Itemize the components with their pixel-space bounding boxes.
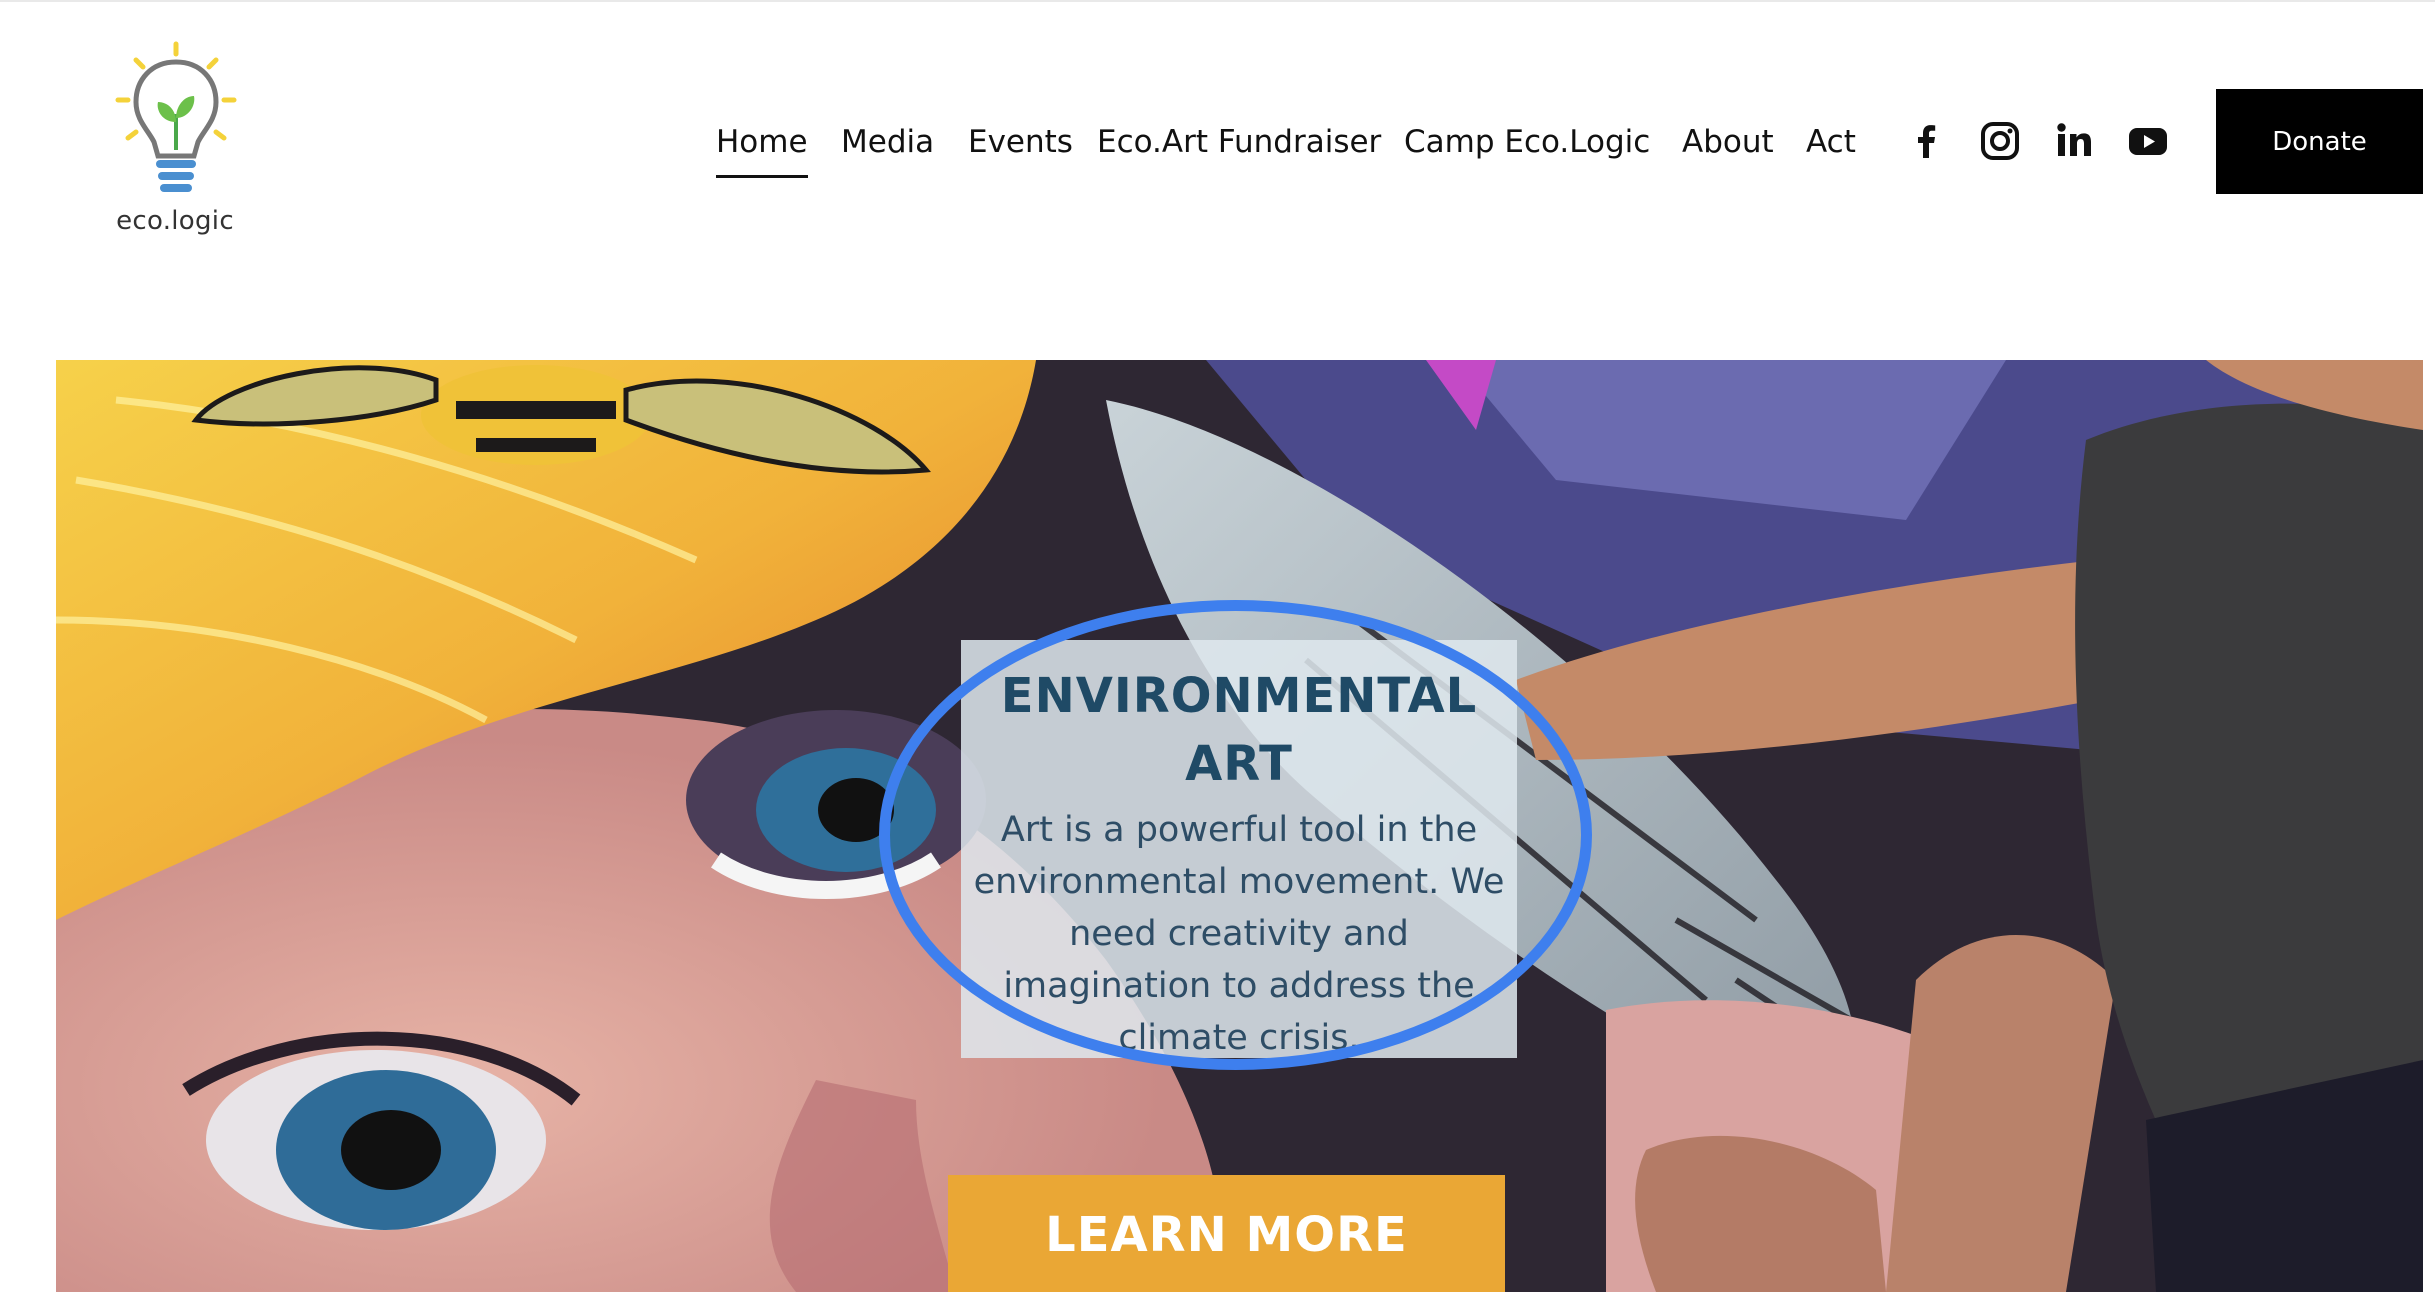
donate-button[interactable]: Donate bbox=[2216, 89, 2423, 194]
nav-media[interactable]: Media bbox=[841, 112, 934, 172]
hero-title: ENVIRONMENTAL ART bbox=[1000, 668, 1478, 792]
nav-act[interactable]: Act bbox=[1806, 112, 1856, 172]
logo-wordmark: eco.logic bbox=[116, 206, 234, 236]
nav-home[interactable]: Home bbox=[716, 112, 808, 178]
nav-eco-art-fundraiser[interactable]: Eco.Art Fundraiser bbox=[1097, 112, 1381, 172]
info-card: ENVIRONMENTAL ART Art is a powerful tool… bbox=[961, 640, 1517, 1058]
top-border bbox=[0, 0, 2435, 2]
site-logo[interactable]: eco.logic bbox=[100, 38, 250, 243]
lightbulb-sprout-icon bbox=[115, 41, 237, 192]
nav-about[interactable]: About bbox=[1682, 112, 1774, 172]
hero-banner: ENVIRONMENTAL ART Art is a powerful tool… bbox=[56, 360, 2423, 1292]
learn-more-button[interactable]: LEARN MORE bbox=[948, 1175, 1505, 1292]
facebook-icon[interactable] bbox=[1903, 118, 1949, 164]
nav-events[interactable]: Events bbox=[968, 112, 1073, 172]
linkedin-icon[interactable] bbox=[2051, 118, 2097, 164]
nav-camp-eco-logic[interactable]: Camp Eco.Logic bbox=[1404, 112, 1650, 172]
hero-description: Art is a powerful tool in the environmen… bbox=[973, 810, 1505, 1058]
youtube-icon[interactable] bbox=[2125, 118, 2171, 164]
instagram-icon[interactable] bbox=[1977, 118, 2023, 164]
